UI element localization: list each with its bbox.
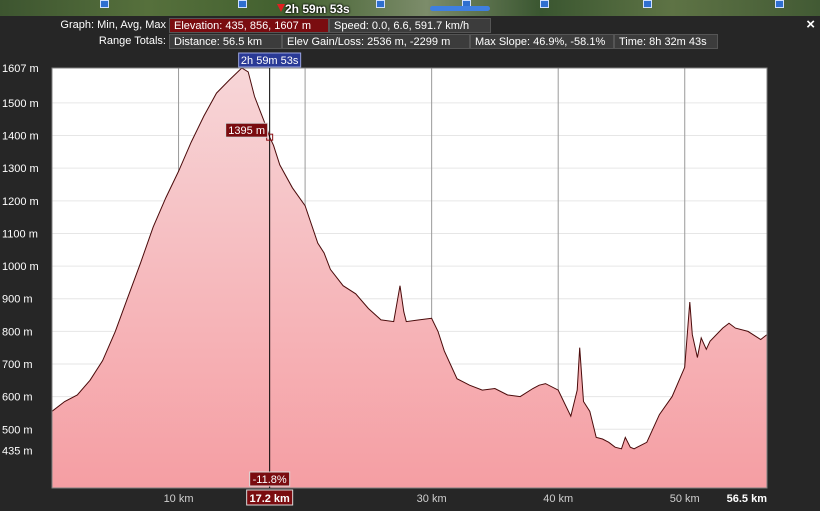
max-slope-stat: Max Slope: 46.9%, -58.1% xyxy=(470,34,614,49)
cursor-slope-label: -11.8% xyxy=(253,474,287,486)
x-tick-label: 40 km xyxy=(543,493,573,505)
y-tick-label: 600 m xyxy=(2,392,33,404)
elevation-gain-loss-stat: Elev Gain/Loss: 2536 m, -2299 m xyxy=(282,34,470,49)
map-marker-icon xyxy=(540,0,549,8)
map-marker-icon xyxy=(100,0,109,8)
location-pin-icon xyxy=(277,4,285,12)
y-tick-label: 1000 m xyxy=(2,261,39,273)
y-tick-label: 700 m xyxy=(2,359,33,371)
cursor-distance-label: 17.2 km xyxy=(249,493,290,505)
elevation-stat: Elevation: 435, 856, 1607 m xyxy=(169,18,329,33)
map-marker-icon xyxy=(775,0,784,8)
elevation-profile-svg[interactable]: 1607 m 1500 m 1400 m 1300 m 1200 m 1100 m 1000… xyxy=(0,52,820,506)
speed-stat: Speed: 0.0, 6.6, 591.7 km/h xyxy=(329,18,491,33)
position-time-title: 2h 59m 53s xyxy=(277,2,350,16)
elevation-profile-chart[interactable]: 1607 m 1500 m 1400 m 1300 m 1200 m 1100 m 1000… xyxy=(0,52,820,506)
y-tick-label: 1400 m xyxy=(2,131,39,143)
x-tick-label: 50 km xyxy=(670,493,700,505)
time-stat: Time: 8h 32m 43s xyxy=(614,34,718,49)
range-totals-label: Range Totals: xyxy=(98,35,166,47)
y-tick-label: 800 m xyxy=(2,326,33,338)
map-preview-strip: 2h 59m 53s xyxy=(0,0,820,16)
y-tick-label: 1300 m xyxy=(2,163,39,175)
map-marker-icon xyxy=(376,0,385,8)
y-tick-label: 435 m xyxy=(2,445,33,457)
cursor-elevation-label: 1395 m xyxy=(228,125,265,137)
x-end-label: 56.5 km xyxy=(727,493,768,505)
y-tick-label: 1607 m xyxy=(2,63,39,75)
map-road xyxy=(430,6,490,11)
cursor-time-label: 2h 59m 53s xyxy=(241,55,299,67)
y-tick-label: 1100 m xyxy=(2,228,38,240)
x-tick-label: 10 km xyxy=(164,493,194,505)
map-marker-icon xyxy=(238,0,247,8)
close-button[interactable]: × xyxy=(806,17,815,33)
y-tick-label: 900 m xyxy=(2,294,33,306)
graph-label: Graph: Min, Avg, Max xyxy=(60,19,166,31)
map-marker-icon xyxy=(643,0,652,8)
y-tick-label: 500 m xyxy=(2,424,33,436)
y-tick-label: 1200 m xyxy=(2,196,39,208)
y-tick-label: 1500 m xyxy=(2,98,39,110)
x-tick-label: 30 km xyxy=(417,493,447,505)
distance-stat: Distance: 56.5 km xyxy=(169,34,282,49)
